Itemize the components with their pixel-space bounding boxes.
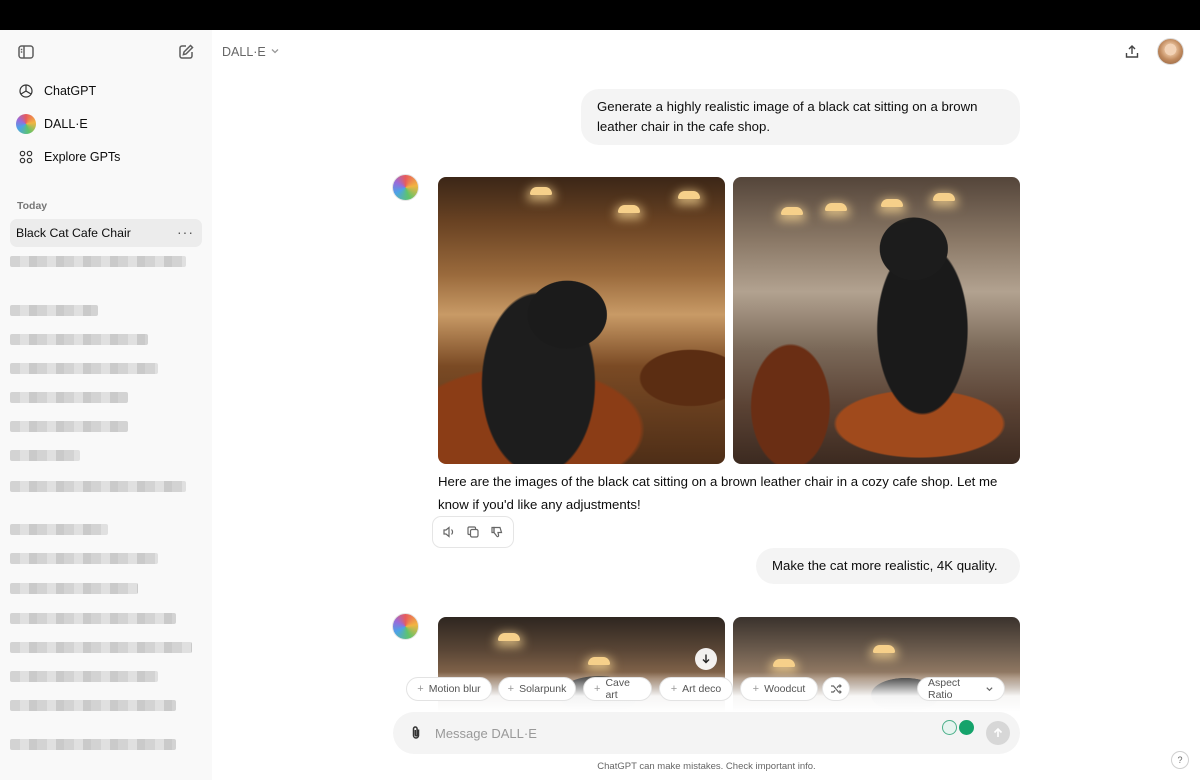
plus-icon: + — [670, 683, 678, 695]
sidebar-item-label: Explore GPTs — [44, 150, 121, 164]
sidebar-item-explore-gpts[interactable]: Explore GPTs — [10, 142, 202, 172]
style-chip-woodcut[interactable]: + Woodcut — [740, 677, 818, 701]
generated-image-2[interactable] — [733, 177, 1020, 464]
chip-label: Motion blur — [428, 683, 481, 695]
dalle-avatar-icon — [392, 174, 419, 201]
openai-logo-icon — [16, 81, 36, 101]
dalle-avatar-icon — [392, 613, 419, 640]
copy-icon[interactable] — [463, 522, 483, 542]
sidebar-item-chatgpt[interactable]: ChatGPT — [10, 76, 202, 106]
aspect-ratio-dropdown[interactable]: Aspect Ratio — [917, 677, 1005, 701]
generated-image-1[interactable] — [438, 177, 725, 464]
message-actions — [432, 516, 514, 548]
aspect-ratio-label: Aspect Ratio — [928, 677, 961, 701]
chat-header: DALL·E — [212, 30, 1200, 74]
message-input[interactable] — [435, 723, 915, 743]
read-aloud-icon[interactable] — [439, 522, 459, 542]
sidebar-section-today: Today — [17, 200, 48, 212]
chip-label: Woodcut — [764, 683, 806, 695]
sidebar-item-label: ChatGPT — [44, 84, 97, 98]
grammarly-icon[interactable] — [959, 720, 974, 735]
style-chip-cave-art[interactable]: + Cave art — [583, 677, 652, 701]
shuffle-button[interactable] — [822, 677, 850, 701]
disclaimer-text: ChatGPT can make mistakes. Check importa… — [597, 761, 816, 772]
plus-icon: + — [752, 683, 760, 695]
paperclip-icon[interactable] — [405, 722, 427, 744]
arrow-up-icon — [993, 727, 1003, 737]
style-chip-art-deco[interactable]: + Art deco — [659, 677, 733, 701]
download-icon[interactable] — [695, 648, 717, 670]
chevron-down-icon — [270, 45, 280, 59]
new-chat-icon[interactable] — [174, 40, 198, 64]
sidebar-chat-title: Black Cat Cafe Chair — [16, 226, 131, 240]
chevron-down-icon — [986, 687, 993, 692]
dalle-logo-icon — [16, 114, 36, 134]
style-chip-solarpunk[interactable]: + Solarpunk — [498, 677, 576, 701]
send-button[interactable] — [986, 721, 1010, 745]
plus-icon: + — [417, 683, 424, 695]
model-name: DALL·E — [222, 45, 266, 59]
sidebar-toggle-icon[interactable] — [14, 40, 38, 64]
plus-icon: + — [507, 683, 515, 695]
more-options-icon[interactable]: ··· — [177, 224, 194, 240]
style-chip-motion-blur[interactable]: + Motion blur — [406, 677, 492, 701]
sidebar-top — [0, 30, 212, 74]
sidebar-item-dalle[interactable]: DALL·E — [10, 109, 202, 139]
chip-label: Cave art — [605, 677, 630, 701]
sidebar: ChatGPT DALL·E Explore GPTs Today Black … — [0, 30, 212, 780]
message-composer — [393, 712, 1020, 754]
plus-icon: + — [594, 683, 601, 695]
shuffle-icon — [831, 684, 842, 694]
sidebar-chat-active[interactable]: Black Cat Cafe Chair ··· — [10, 219, 202, 247]
top-black-bar — [0, 0, 1200, 30]
chip-label: Solarpunk — [519, 683, 567, 695]
chip-label: Art deco — [682, 683, 722, 695]
user-message-2: Make the cat more realistic, 4K quality. — [756, 548, 1020, 584]
assistant-message-1: Here are the images of the black cat sit… — [438, 474, 998, 512]
grid-icon — [16, 147, 36, 167]
model-selector[interactable]: DALL·E — [222, 45, 280, 59]
extension-icon[interactable] — [942, 720, 957, 735]
help-button[interactable]: ? — [1171, 751, 1189, 769]
sidebar-item-label: DALL·E — [44, 117, 88, 131]
user-message-1: Generate a highly realistic image of a b… — [581, 89, 1020, 145]
user-avatar[interactable] — [1157, 38, 1184, 65]
thumbs-down-icon[interactable] — [487, 522, 507, 542]
share-icon[interactable] — [1120, 40, 1144, 64]
